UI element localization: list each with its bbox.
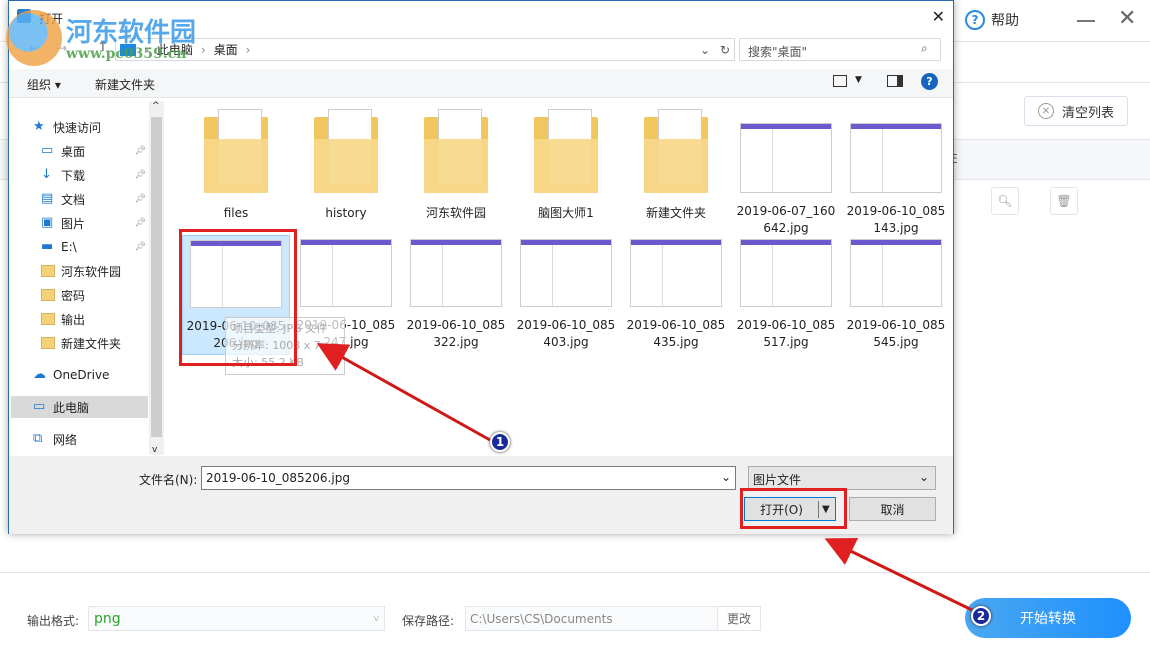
step-badge-1: 1 xyxy=(490,432,510,452)
watermark-url: www.pc0359.cn xyxy=(66,46,187,62)
watermark-logo xyxy=(6,10,62,66)
annotation-arrows xyxy=(316,343,973,612)
watermark-name: 河东软件园 xyxy=(66,18,197,48)
arrow-1 xyxy=(316,343,491,442)
arrow-2 xyxy=(824,537,973,612)
step-badge-2: 2 xyxy=(971,606,991,626)
